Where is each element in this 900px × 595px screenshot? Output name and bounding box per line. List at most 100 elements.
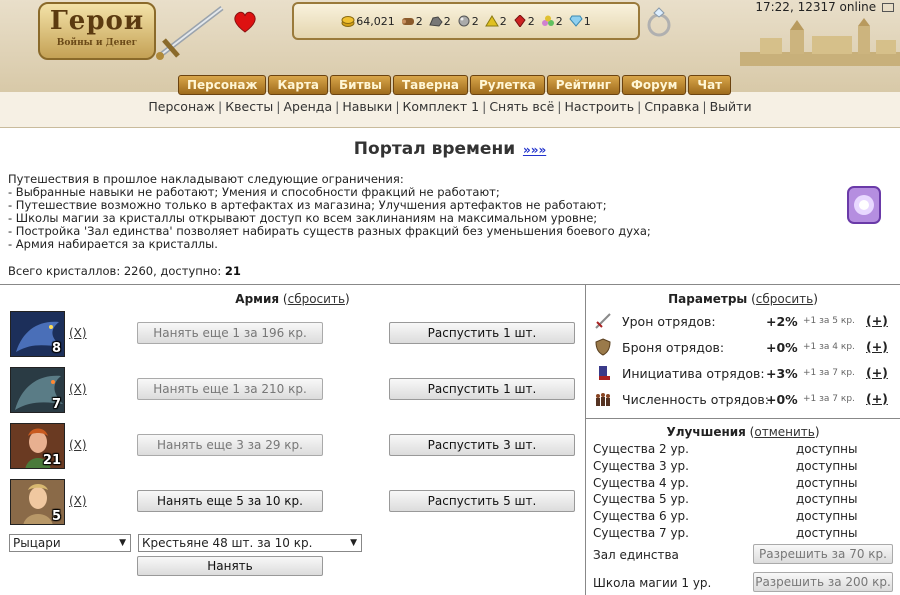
param-increase-link[interactable]: (+) xyxy=(866,391,888,406)
param-cost: +1 за 5 кр. xyxy=(803,316,855,326)
wood-value: 2 xyxy=(415,14,423,28)
param-increase-link[interactable]: (+) xyxy=(866,365,888,380)
unit-count: 5 xyxy=(51,509,61,524)
ore-icon xyxy=(429,16,443,27)
sub-nav: Персонаж | Квесты | Аренда | Навыки | Комплект 1… xyxy=(148,99,752,114)
restrictions-text: Путешествия в прошлое накладывают следую… xyxy=(8,173,651,251)
nav-map[interactable]: Карта xyxy=(268,75,329,95)
upgrade-name: Существа 5 ур. xyxy=(593,492,689,506)
param-row: Численность отрядов: +0% +1 за 7 кр. (+) xyxy=(594,390,894,410)
divider xyxy=(585,418,900,419)
sword-damage-icon xyxy=(595,313,611,329)
army-unit-row: 7 (X) Нанять еще 1 за 210 кр. Распустить… xyxy=(10,367,580,413)
upgrade-name: Существа 2 ур. xyxy=(593,442,689,456)
subnav-quests[interactable]: Квесты xyxy=(225,99,273,114)
param-value: +3% xyxy=(766,366,798,381)
hire-more-button[interactable]: Нанять еще 5 за 10 кр. xyxy=(137,490,323,512)
dismiss-button[interactable]: Распустить 3 шт. xyxy=(389,434,575,456)
param-row: Урон отрядов: +2% +1 за 5 кр. (+) xyxy=(594,312,894,332)
unit-remove-link[interactable]: (X) xyxy=(69,382,87,396)
gems-icon xyxy=(541,15,554,26)
nav-character[interactable]: Персонаж xyxy=(178,75,267,95)
army-unit-row: 8 (X) Нанять еще 1 за 196 кр. Распустить… xyxy=(10,311,580,357)
params-header: Параметры (сбросить) xyxy=(668,292,818,306)
dismiss-button[interactable]: Распустить 5 шт. xyxy=(389,490,575,512)
main-nav: Персонаж Карта Битвы Таверна Рулетка Рей… xyxy=(178,75,732,95)
param-value: +0% xyxy=(766,392,798,407)
faction-select-value: Рыцари xyxy=(13,536,61,550)
subnav-skills[interactable]: Навыки xyxy=(342,99,392,114)
faction-select[interactable]: Рыцари ▼ xyxy=(9,534,131,552)
army-reset-link[interactable]: сбросить xyxy=(288,292,345,306)
mercury-value: 2 xyxy=(471,14,479,28)
upgrade-status: доступны xyxy=(796,476,858,490)
subnav-help[interactable]: Справка xyxy=(644,99,699,114)
ring-icon[interactable] xyxy=(644,6,674,38)
subnav-rent[interactable]: Аренда xyxy=(283,99,332,114)
hire-more-button[interactable]: Нанять еще 3 за 29 кр. xyxy=(137,434,323,456)
unit-select[interactable]: Крестьяне 48 шт. за 10 кр. ▼ xyxy=(138,534,362,552)
param-label: Урон отрядов: xyxy=(622,314,716,329)
params-reset-link[interactable]: сбросить xyxy=(756,292,813,306)
mail-icon[interactable] xyxy=(882,3,894,12)
logo-title: Герои xyxy=(49,6,145,36)
resource-gems: 2 xyxy=(541,15,563,28)
army-unit-row: 5 (X) Нанять еще 5 за 10 кр. Распустить … xyxy=(10,479,580,525)
hire-button[interactable]: Нанять xyxy=(137,556,323,576)
unit-remove-link[interactable]: (X) xyxy=(69,326,87,340)
logo-subtitle: Войны и Денег xyxy=(56,38,138,48)
nav-rating[interactable]: Рейтинг xyxy=(546,75,621,95)
subnav-character[interactable]: Персонаж xyxy=(148,99,215,114)
param-increase-link[interactable]: (+) xyxy=(866,313,888,328)
chevron-down-icon: ▼ xyxy=(350,538,357,548)
unit-portrait[interactable]: 21 xyxy=(10,423,65,469)
param-cost: +1 за 4 кр. xyxy=(803,342,855,352)
resource-wood: 2 xyxy=(401,15,423,28)
resource-crystal: 2 xyxy=(513,15,535,28)
upgrade-status: доступны xyxy=(796,492,858,506)
upgrades-header: Улучшения (отменить) xyxy=(666,425,820,439)
heart-icon[interactable] xyxy=(232,10,258,34)
nav-roulette[interactable]: Рулетка xyxy=(470,75,545,95)
gold-value: 64,021 xyxy=(356,14,395,28)
subnav-logout[interactable]: Выйти xyxy=(710,99,752,114)
hire-more-button[interactable]: Нанять еще 1 за 196 кр. xyxy=(137,322,323,344)
unit-count: 21 xyxy=(42,453,61,468)
upgrades-cancel-link[interactable]: отменить xyxy=(754,425,814,439)
sword-icon xyxy=(156,6,224,60)
chevron-down-icon: ▼ xyxy=(119,538,126,548)
nav-tavern[interactable]: Таверна xyxy=(393,75,468,95)
param-cost: +1 за 7 кр. xyxy=(803,394,855,404)
resource-sulfur: 2 xyxy=(484,14,507,28)
param-label: Инициатива отрядов: xyxy=(622,366,765,381)
unit-remove-link[interactable]: (X) xyxy=(69,494,87,508)
unit-count: 7 xyxy=(51,397,61,412)
column-divider xyxy=(585,284,586,595)
sulfur-value: 2 xyxy=(499,14,507,28)
crystals-available: 21 xyxy=(224,264,241,278)
nav-forum[interactable]: Форум xyxy=(622,75,687,95)
more-link[interactable]: »»» xyxy=(523,143,546,157)
unit-portrait[interactable]: 5 xyxy=(10,479,65,525)
nav-chat[interactable]: Чат xyxy=(688,75,732,95)
dismiss-button[interactable]: Распустить 1 шт. xyxy=(389,322,575,344)
game-logo[interactable]: Герои Войны и Денег xyxy=(38,2,156,60)
unit-portrait[interactable]: 7 xyxy=(10,367,65,413)
page: Герои Войны и Денег 64,021 2 2 2 2 2 2 1… xyxy=(0,0,900,595)
unit-select-value: Крестьяне 48 шт. за 10 кр. xyxy=(142,536,313,550)
subnav-set-1[interactable]: Комплект 1 xyxy=(403,99,480,114)
allow-building-button[interactable]: Разрешить за 200 кр. xyxy=(753,572,893,592)
allow-building-button[interactable]: Разрешить за 70 кр. xyxy=(753,544,893,564)
subnav-remove-all[interactable]: Снять всё xyxy=(489,99,554,114)
diamond-icon xyxy=(569,15,583,27)
unit-remove-link[interactable]: (X) xyxy=(69,438,87,452)
clock-text: 17:22, 12317 online xyxy=(755,0,877,14)
dismiss-button[interactable]: Распустить 1 шт. xyxy=(389,378,575,400)
hire-more-button[interactable]: Нанять еще 1 за 210 кр. xyxy=(137,378,323,400)
crystal-icon xyxy=(514,15,526,27)
subnav-settings[interactable]: Настроить xyxy=(565,99,635,114)
nav-battles[interactable]: Битвы xyxy=(330,75,391,95)
param-value: +0% xyxy=(766,340,798,355)
unit-portrait[interactable]: 8 xyxy=(10,311,65,357)
param-increase-link[interactable]: (+) xyxy=(866,339,888,354)
